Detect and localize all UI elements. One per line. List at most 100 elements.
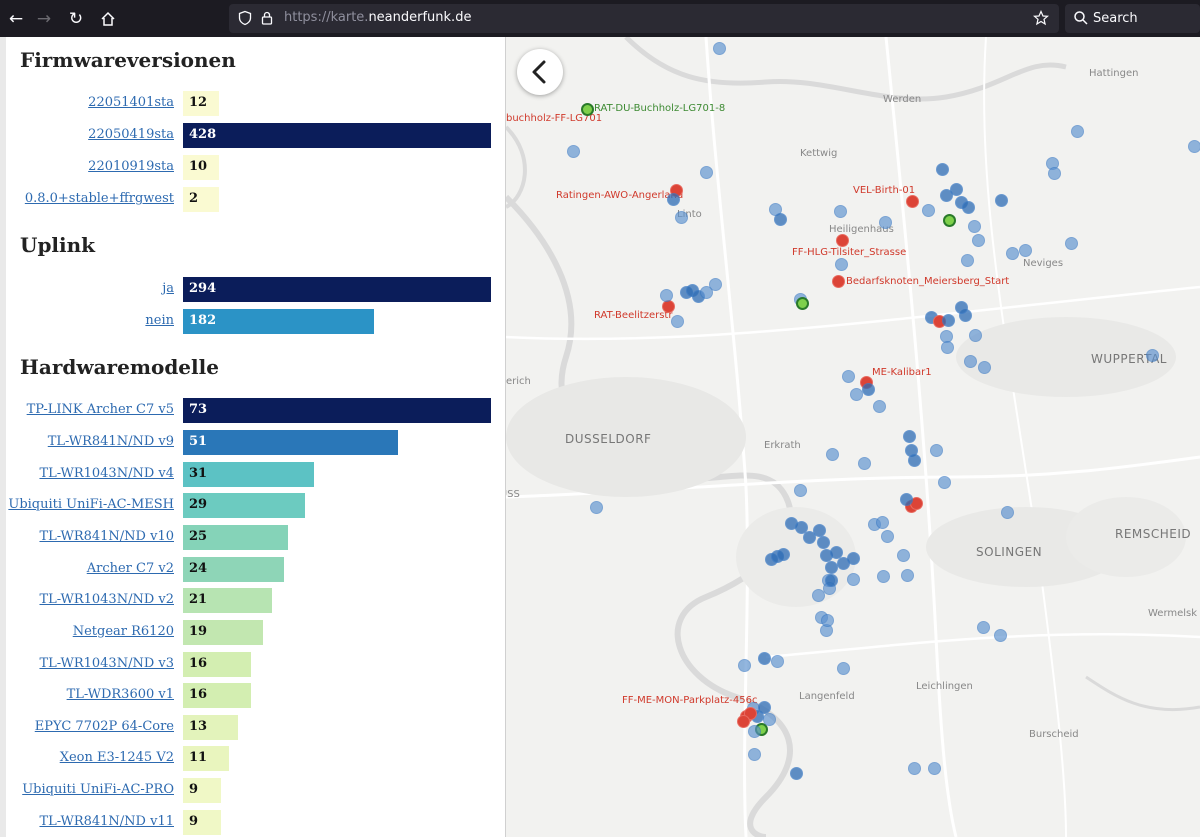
node-marker[interactable] xyxy=(907,761,921,775)
node-label[interactable]: FF-HLG-Tilsiter_Strasse xyxy=(792,247,906,258)
node-marker[interactable] xyxy=(829,545,843,559)
node-marker[interactable] xyxy=(872,399,886,413)
hardware-row-label[interactable]: Xeon E3-1245 V2 xyxy=(60,750,174,765)
node-marker[interactable] xyxy=(833,204,847,218)
bookmark-star-icon[interactable] xyxy=(1033,10,1049,26)
node-marker[interactable] xyxy=(834,257,848,271)
node-marker[interactable] xyxy=(589,500,603,514)
node-marker[interactable] xyxy=(968,328,982,342)
node-marker[interactable] xyxy=(960,253,974,267)
node-marker[interactable] xyxy=(977,360,991,374)
node-marker[interactable] xyxy=(961,200,975,214)
node-marker[interactable] xyxy=(699,165,713,179)
node-marker[interactable] xyxy=(793,483,807,497)
node-marker[interactable] xyxy=(580,102,594,116)
node-marker[interactable] xyxy=(861,382,875,396)
hardware-row-label[interactable]: TL-WR1043N/ND v3 xyxy=(39,656,174,671)
node-marker[interactable] xyxy=(857,456,871,470)
node-marker[interactable] xyxy=(993,628,1007,642)
node-marker[interactable] xyxy=(1047,166,1061,180)
hardware-row-label[interactable]: Netgear R6120 xyxy=(73,624,174,639)
node-marker[interactable] xyxy=(747,724,761,738)
node-marker[interactable] xyxy=(825,447,839,461)
node-marker[interactable] xyxy=(846,572,860,586)
reload-icon[interactable]: ↻ xyxy=(64,7,88,31)
node-marker[interactable] xyxy=(737,658,751,672)
node-marker[interactable] xyxy=(747,747,761,761)
node-marker[interactable] xyxy=(940,340,954,354)
node-marker[interactable] xyxy=(967,219,981,233)
node-marker[interactable] xyxy=(927,761,941,775)
search-bar[interactable]: Search xyxy=(1065,4,1200,33)
node-marker[interactable] xyxy=(876,569,890,583)
node-marker[interactable] xyxy=(900,568,914,582)
url-bar[interactable]: https://karte.neanderfunk.de xyxy=(229,4,1059,33)
node-marker[interactable] xyxy=(1064,236,1078,250)
node-marker[interactable] xyxy=(941,313,955,327)
node-marker[interactable] xyxy=(937,475,951,489)
node-marker[interactable] xyxy=(880,529,894,543)
node-marker[interactable] xyxy=(770,654,784,668)
node-marker[interactable] xyxy=(566,144,580,158)
node-marker[interactable] xyxy=(1187,139,1200,153)
url-text[interactable]: https://karte.neanderfunk.de xyxy=(284,10,471,25)
uplink-row-label[interactable]: ja xyxy=(162,281,174,296)
node-marker[interactable] xyxy=(835,233,849,247)
node-marker[interactable] xyxy=(795,296,809,310)
hardware-row-label[interactable]: TL-WDR3600 v1 xyxy=(67,687,174,702)
uplink-row-label[interactable]: nein xyxy=(145,313,174,328)
node-marker[interactable] xyxy=(757,651,771,665)
lock-icon[interactable] xyxy=(259,10,275,26)
node-marker[interactable] xyxy=(954,300,968,314)
node-marker[interactable] xyxy=(905,194,919,208)
node-marker[interactable] xyxy=(1145,348,1159,362)
node-marker[interactable] xyxy=(831,274,845,288)
node-marker[interactable] xyxy=(824,573,838,587)
hardware-row-label[interactable]: TL-WR841N/ND v10 xyxy=(39,529,174,544)
hardware-row-label[interactable]: EPYC 7702P 64-Core xyxy=(35,719,174,734)
node-marker[interactable] xyxy=(942,213,956,227)
hardware-row-label[interactable]: Ubiquiti UniFi-AC-PRO xyxy=(22,782,174,797)
node-marker[interactable] xyxy=(816,535,830,549)
node-marker[interactable] xyxy=(1000,505,1014,519)
node-marker[interactable] xyxy=(773,212,787,226)
node-marker[interactable] xyxy=(949,182,963,196)
home-icon[interactable] xyxy=(96,7,120,31)
hardware-row-label[interactable]: TL-WR1043N/ND v4 xyxy=(39,466,174,481)
node-label[interactable]: ME-Kalibar1 xyxy=(872,367,932,378)
node-marker[interactable] xyxy=(929,443,943,457)
node-marker[interactable] xyxy=(836,661,850,675)
node-marker[interactable] xyxy=(757,700,771,714)
map[interactable]: Hattingen Werden Kettwig Linto Heiligenh… xyxy=(506,37,1200,837)
node-marker[interactable] xyxy=(670,314,684,328)
node-marker[interactable] xyxy=(878,215,892,229)
back-arrow-icon[interactable]: ← xyxy=(4,7,28,31)
node-marker[interactable] xyxy=(971,233,985,247)
node-marker[interactable] xyxy=(1005,246,1019,260)
hardware-row-label[interactable]: Archer C7 v2 xyxy=(87,561,174,576)
collapse-panel-button[interactable] xyxy=(517,49,563,95)
node-marker[interactable] xyxy=(666,192,680,206)
firmware-row-label[interactable]: 22051401sta xyxy=(88,95,174,110)
node-marker[interactable] xyxy=(820,613,834,627)
node-label[interactable]: FF-ME-MON-Parkplatz-456c xyxy=(622,695,757,706)
node-marker[interactable] xyxy=(902,429,916,443)
node-marker[interactable] xyxy=(963,354,977,368)
node-marker[interactable] xyxy=(846,551,860,565)
node-marker[interactable] xyxy=(896,548,910,562)
hardware-row-label[interactable]: TP-LINK Archer C7 v5 xyxy=(27,402,174,417)
node-marker[interactable] xyxy=(976,620,990,634)
node-label[interactable]: VEL-Birth-01 xyxy=(853,185,915,196)
node-marker[interactable] xyxy=(699,285,713,299)
hardware-row-label[interactable]: TL-WR841N/ND v11 xyxy=(39,814,174,829)
hardware-row-label[interactable]: TL-WR841N/ND v9 xyxy=(48,434,174,449)
node-marker[interactable] xyxy=(789,766,803,780)
node-marker[interactable] xyxy=(935,162,949,176)
node-label[interactable]: RAT-DU-Buchholz-LG701-8 xyxy=(594,103,725,114)
node-marker[interactable] xyxy=(849,387,863,401)
node-label[interactable]: Bedarfsknoten_Meiersberg_Start xyxy=(846,276,1009,287)
node-marker[interactable] xyxy=(712,41,726,55)
node-marker[interactable] xyxy=(736,714,750,728)
node-marker[interactable] xyxy=(824,560,838,574)
node-label[interactable]: RAT-Beelitzerstr xyxy=(594,310,672,321)
